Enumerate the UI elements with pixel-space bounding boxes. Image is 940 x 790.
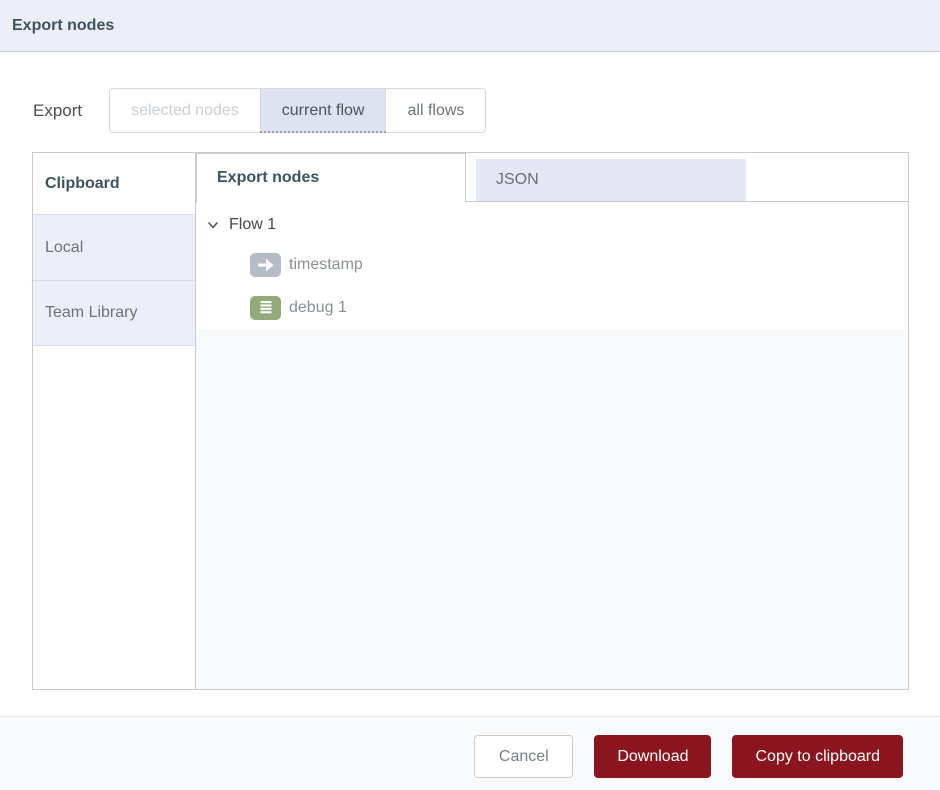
sidebar-item-team-library[interactable]: Team Library — [33, 280, 195, 346]
option-all-flows[interactable]: all flows — [386, 89, 485, 132]
clipboard-sidebar: Clipboard Local Team Library — [33, 153, 196, 689]
export-content: Export nodes JSON Flow 1 — [196, 153, 908, 689]
copy-to-clipboard-button[interactable]: Copy to clipboard — [732, 735, 903, 778]
sidebar-item-local[interactable]: Local — [33, 214, 195, 280]
tab-json[interactable]: JSON — [476, 159, 746, 201]
tree-row-timestamp[interactable]: timestamp — [196, 243, 908, 286]
tree-row-debug[interactable]: debug 1 — [196, 286, 908, 329]
segmented-control: selected nodes current flow all flows — [109, 88, 486, 133]
clipboard-title: Clipboard — [33, 153, 195, 214]
tree-rows: Flow 1 timestamp — [196, 202, 908, 329]
export-scope-row: Export selected nodes current flow all f… — [33, 88, 486, 133]
debug-lines-icon — [250, 296, 281, 320]
dialog-title: Export nodes — [0, 17, 114, 35]
download-button[interactable]: Download — [594, 735, 711, 778]
option-selected-nodes[interactable]: selected nodes — [110, 89, 260, 132]
dialog-footer: Cancel Download Copy to clipboard — [0, 716, 940, 790]
node-label: debug 1 — [289, 299, 347, 317]
tab-export-nodes[interactable]: Export nodes — [196, 153, 466, 202]
export-dialog: Export nodes Export selected nodes curre… — [0, 0, 940, 790]
tab-bar: Export nodes JSON — [196, 153, 908, 202]
tree-row-flow[interactable]: Flow 1 — [196, 207, 908, 243]
cancel-button[interactable]: Cancel — [474, 735, 573, 778]
chevron-down-icon[interactable] — [206, 219, 220, 231]
export-label: Export — [33, 101, 82, 121]
library-panel: Clipboard Local Team Library Export node… — [32, 152, 909, 690]
dialog-header: Export nodes — [0, 0, 940, 52]
inject-arrow-icon — [250, 253, 281, 277]
node-tree: Flow 1 timestamp — [196, 202, 908, 689]
node-label: timestamp — [289, 256, 363, 274]
flow-label: Flow 1 — [229, 216, 276, 234]
option-current-flow[interactable]: current flow — [260, 89, 387, 132]
